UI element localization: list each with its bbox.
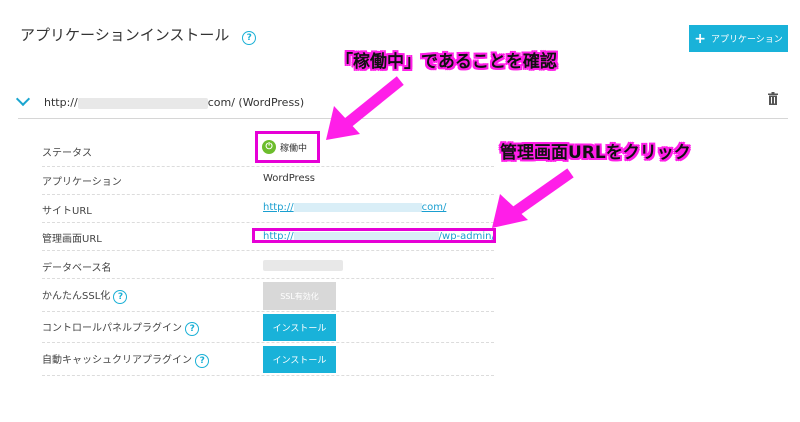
plus-icon: +	[694, 30, 706, 47]
status-label: ステータス	[42, 148, 92, 159]
help-icon[interactable]: ?	[242, 31, 257, 45]
control-panel-plugin-label-text: コントロールパネルプラグイン	[42, 323, 182, 334]
admin-url-highlight	[252, 228, 496, 243]
auto-cache-install-button[interactable]: インストール	[263, 346, 336, 373]
row-site-url: サイトURL http:// com/	[42, 194, 494, 223]
site-url-suffix[interactable]: com/	[422, 202, 447, 213]
site-url-link[interactable]: http:// com/	[263, 202, 446, 213]
control-panel-install-label: インストール	[272, 324, 327, 334]
auto-cache-install-label: インストール	[272, 356, 327, 366]
ssl-enable-button[interactable]: SSL有効化	[263, 282, 336, 310]
row-database-name: データベース名	[42, 250, 494, 279]
callout-click-admin-url: 管理画面URLをクリック	[500, 143, 691, 163]
ssl-enable-label: SSL有効化	[280, 291, 319, 301]
power-icon: ⏻	[262, 140, 276, 154]
help-icon[interactable]: ?	[195, 354, 210, 368]
status-value: 稼働中	[280, 143, 308, 154]
help-icon[interactable]: ?	[113, 290, 128, 304]
application-value: WordPress	[263, 173, 316, 184]
domain-prefix: http://	[44, 96, 78, 109]
status-indicator: ⏻ 稼働中	[255, 131, 320, 163]
help-icon[interactable]: ?	[185, 322, 200, 336]
easy-ssl-label: かんたんSSL化 ?	[42, 287, 128, 304]
control-panel-plugin-label: コントロールパネルプラグイン ?	[42, 319, 200, 336]
easy-ssl-label-text: かんたんSSL化	[42, 291, 111, 302]
application-domain: http:// com/ (WordPress)	[44, 96, 304, 109]
redacted-site-url	[293, 202, 422, 212]
callout-confirm-status: 「稼働中」であることを確認	[336, 52, 557, 72]
redacted-domain	[77, 97, 208, 109]
control-panel-install-button[interactable]: インストール	[263, 314, 336, 341]
domain-suffix: com/ (WordPress)	[207, 96, 305, 109]
chevron-down-icon[interactable]	[15, 91, 31, 107]
site-url-prefix[interactable]: http://	[263, 202, 294, 213]
database-name-label: データベース名	[42, 263, 112, 274]
auto-cache-plugin-label: 自動キャッシュクリアプラグイン ?	[42, 351, 210, 368]
trash-icon[interactable]	[768, 92, 778, 105]
site-url-label: サイトURL	[42, 206, 92, 217]
arrow-to-admin-url-icon	[492, 168, 574, 228]
add-application-label: アプリケーション	[710, 35, 783, 45]
page-title: アプリケーションインストール ?	[20, 24, 257, 45]
redacted-database-name	[263, 260, 343, 271]
page-title-text: アプリケーションインストール	[20, 26, 230, 44]
row-application: アプリケーション WordPress	[42, 166, 494, 195]
application-label: アプリケーション	[42, 177, 122, 188]
add-application-button[interactable]: + アプリケーション	[689, 25, 788, 52]
arrow-to-status-icon	[326, 76, 404, 140]
auto-cache-plugin-label-text: 自動キャッシュクリアプラグイン	[42, 355, 192, 366]
admin-url-label: 管理画面URL	[42, 234, 102, 245]
